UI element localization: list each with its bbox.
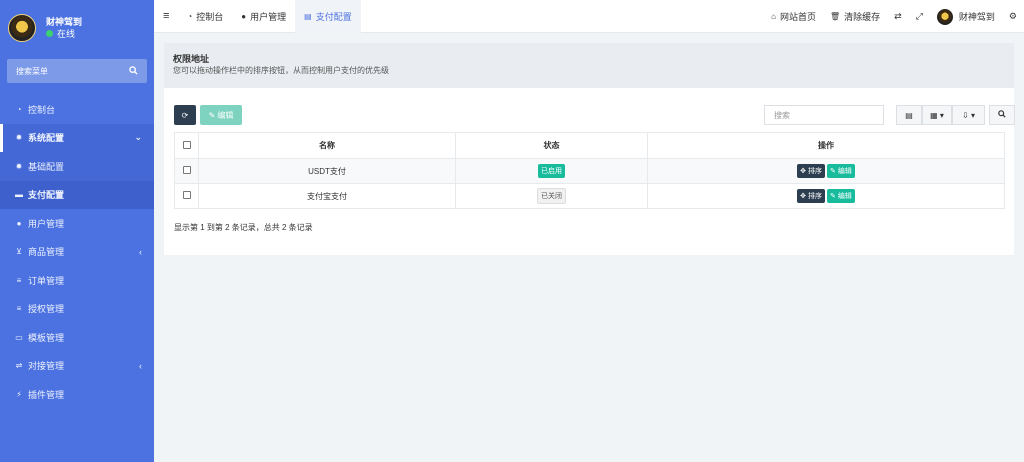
- tab-user-management[interactable]: ● 用户管理: [232, 0, 295, 33]
- export-icon: ⇩ ▾: [962, 110, 975, 120]
- sidebar-item-basic-config[interactable]: ✹ 基础配置: [0, 152, 154, 181]
- cell-name: USDT支付: [198, 158, 456, 184]
- row-edit-button[interactable]: ✎ 编辑: [827, 189, 855, 203]
- column-header: 操作: [647, 132, 1005, 159]
- trash-icon: 🗑: [829, 12, 841, 21]
- status-badge: 已关闭: [537, 188, 566, 204]
- row-edit-button[interactable]: ✎ 编辑: [827, 164, 855, 178]
- sidebar-item-users[interactable]: ● 用户管理: [0, 209, 154, 238]
- menu-search-input[interactable]: 搜索菜单: [7, 59, 147, 83]
- fullscreen-icon: ⤢: [915, 11, 923, 21]
- plug-icon: ⚡: [16, 389, 22, 399]
- cell-name: 支付宝支付: [198, 183, 456, 209]
- list-icon: ≡: [16, 304, 22, 314]
- grid-icon: ▦ ▾: [930, 110, 944, 120]
- columns-dropdown[interactable]: ▦ ▾: [922, 105, 952, 125]
- sort-button[interactable]: ✥ 排序: [797, 164, 825, 178]
- table-row[interactable]: USDT支付 已启用 ✥ 排序 ✎ 编辑: [174, 158, 1005, 184]
- user-name: 财神驾到: [46, 16, 83, 27]
- search-icon: [998, 110, 1006, 120]
- search-toggle-button[interactable]: [989, 105, 1015, 125]
- export-dropdown[interactable]: ⇩ ▾: [952, 105, 985, 125]
- status-text: 在线: [57, 28, 76, 39]
- panel-heading: 权限地址 您可以拖动操作栏中的排序按钮，从而控制用户支付的优先级: [164, 43, 1014, 88]
- language-button[interactable]: ⇄: [887, 0, 909, 33]
- table-toolbar: ⟳ ✎ 编辑 搜索 ▤ ▦ ▾ ⇩ ▾: [174, 105, 1015, 125]
- select-all-checkbox[interactable]: [182, 140, 191, 149]
- sidebar-item-templates[interactable]: ▭ 模板管理: [0, 323, 154, 352]
- pencil-icon: ✎: [208, 110, 216, 120]
- site-home-link[interactable]: ⌂ 网站首页: [764, 0, 823, 33]
- sidebar-item-products[interactable]: ⊻ 商品管理 ‹: [0, 238, 154, 267]
- search-icon[interactable]: [129, 65, 138, 77]
- sidebar-item-orders[interactable]: ≡ 订单管理: [0, 266, 154, 295]
- translate-icon: ⇄: [894, 11, 902, 21]
- user-icon: ●: [241, 11, 247, 21]
- avatar: [936, 8, 953, 25]
- user-panel: 财神驾到 在线: [0, 0, 154, 55]
- status-badge: 已启用: [538, 164, 565, 178]
- sidebar-item-licenses[interactable]: ≡ 授权管理: [0, 295, 154, 324]
- sidebar-item-plugins[interactable]: ⚡ 插件管理: [0, 380, 154, 409]
- column-header: 状态: [455, 132, 648, 159]
- card-icon: ▬: [15, 190, 23, 200]
- template-icon: ▭: [15, 332, 23, 342]
- table-row[interactable]: 支付宝支付 已关闭 ✥ 排序 ✎ 编辑: [174, 183, 1005, 209]
- hamburger-icon: ≡: [163, 10, 170, 22]
- table-search-input[interactable]: 搜索: [764, 105, 884, 125]
- gears-icon: ⚙: [1008, 11, 1017, 21]
- sidebar-item-dashboard[interactable]: ◔ 控制台: [0, 95, 154, 124]
- fullscreen-button[interactable]: ⤢: [909, 0, 930, 33]
- sidebar-item-system-config[interactable]: ✹ 系统配置 ⌄: [0, 123, 154, 152]
- list-view-icon: ▤: [905, 110, 913, 120]
- sidebar-toggle-button[interactable]: ≡: [154, 0, 178, 33]
- sidebar-nav: ◔ 控制台 ✹ 系统配置 ⌄ ✹ 基础配置 ▬ 支付配置 ● 用户管理 ⊻ 商品…: [0, 95, 154, 409]
- panel-title: 权限地址: [173, 54, 210, 64]
- settings-button[interactable]: ⚙: [1002, 0, 1024, 33]
- payment-table: 名称 状态 操作 USDT支付 已启用 ✥ 排序 ✎ 编辑 支付宝支付 已关闭 ✥…: [174, 132, 1005, 209]
- home-icon: ⌂: [771, 12, 776, 21]
- sliders-icon: ⇌: [15, 361, 23, 371]
- row-checkbox[interactable]: [182, 166, 191, 174]
- sort-button[interactable]: ✥ 排序: [797, 189, 825, 203]
- avatar[interactable]: [8, 13, 36, 42]
- online-dot-icon: [46, 30, 53, 37]
- clear-cache-button[interactable]: 🗑 清除缓存: [823, 0, 887, 33]
- sidebar-item-integration[interactable]: ⇌ 对接管理 ‹: [0, 352, 154, 381]
- toggle-view-button[interactable]: ▤: [896, 105, 922, 125]
- column-header: 名称: [198, 132, 456, 159]
- panel-description: 您可以拖动操作栏中的排序按钮，从而控制用户支付的优先级: [173, 66, 389, 75]
- top-navbar: ≡ ◔ 控制台 ● 用户管理 ▤ 支付配置 ⌂ 网站首页 🗑 清除缓存 ⇄ ⤢ …: [154, 0, 1024, 33]
- dashboard-icon: ◔: [187, 11, 193, 21]
- content-panel: 权限地址 您可以拖动操作栏中的排序按钮，从而控制用户支付的优先级 ⟳ ✎ 编辑 …: [164, 43, 1015, 255]
- gear-icon: ✹: [15, 161, 23, 171]
- sidebar: 财神驾到 在线 搜索菜单 ◔ 控制台 ✹ 系统配置 ⌄ ✹ 基础配置 ▬ 支付配…: [0, 0, 154, 462]
- card-icon: ▤: [304, 11, 312, 21]
- chevron-down-icon: ⌄: [134, 132, 142, 143]
- list-icon: ≡: [16, 275, 22, 285]
- chevron-left-icon: ‹: [139, 246, 142, 257]
- gear-icon: ✹: [15, 133, 23, 143]
- refresh-icon: ⟳: [181, 110, 189, 120]
- refresh-button[interactable]: ⟳: [174, 105, 196, 125]
- move-icon: ✥: [800, 168, 807, 175]
- tab-payment-config[interactable]: ▤ 支付配置: [295, 0, 361, 33]
- menu-search-placeholder: 搜索菜单: [16, 66, 48, 76]
- pencil-icon: ✎: [830, 193, 836, 200]
- table-header-row: 名称 状态 操作: [174, 132, 1005, 159]
- pagination-info: 显示第 1 到第 2 条记录，总共 2 条记录: [174, 223, 313, 232]
- chevron-left-icon: ‹: [139, 360, 142, 371]
- edit-button[interactable]: ✎ 编辑: [200, 105, 242, 125]
- dashboard-icon: ◔: [16, 104, 22, 114]
- cart-icon: ⊻: [16, 247, 22, 257]
- tab-dashboard[interactable]: ◔ 控制台: [178, 0, 232, 33]
- sidebar-item-payment-config[interactable]: ▬ 支付配置: [0, 180, 154, 209]
- user-status: 在线: [46, 28, 82, 40]
- user-menu[interactable]: 财神驾到: [930, 0, 1002, 33]
- row-checkbox[interactable]: [182, 191, 191, 199]
- pencil-icon: ✎: [830, 168, 836, 175]
- user-icon: ●: [16, 218, 22, 228]
- move-icon: ✥: [800, 193, 807, 200]
